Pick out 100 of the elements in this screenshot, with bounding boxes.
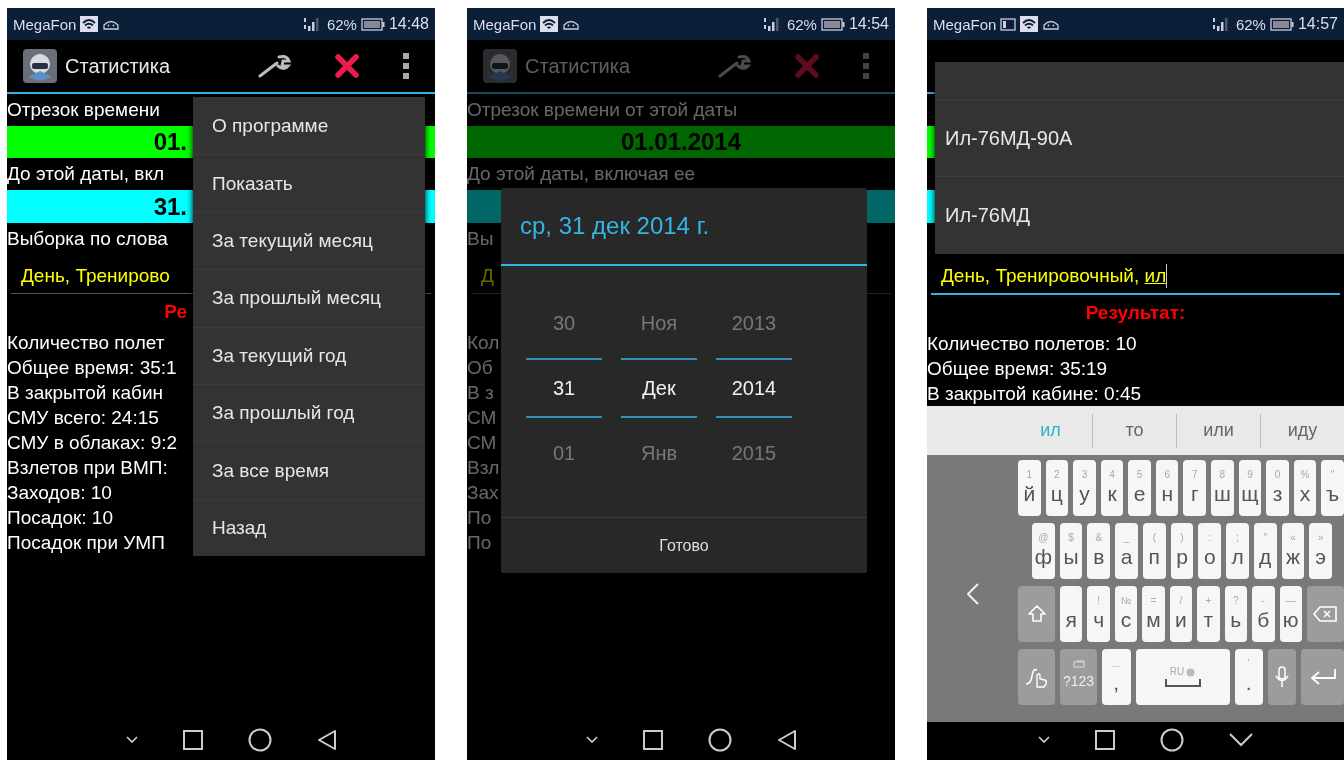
home-icon <box>247 728 272 752</box>
key[interactable]: — ю <box>1279 586 1302 642</box>
key[interactable]: + т <box>1197 586 1220 642</box>
stat-line: Взлетов при ВМП: <box>7 456 168 480</box>
suggestion[interactable]: или <box>1176 413 1260 448</box>
key[interactable]: ! ч <box>1087 586 1110 642</box>
overflow-menu-icon <box>863 53 869 79</box>
stat-line: Посадок: 10 <box>7 506 113 530</box>
menu-item[interactable]: За прошлый год <box>193 383 425 442</box>
key[interactable]: 5 е <box>1128 460 1151 516</box>
recents-icon <box>1095 730 1115 750</box>
stat-line: Кол <box>467 331 500 355</box>
home-button[interactable] <box>1160 728 1184 752</box>
key[interactable]: 3 у <box>1073 460 1096 516</box>
clipboard-icon <box>1072 660 1085 668</box>
back-button[interactable] <box>316 729 337 751</box>
key[interactable]: & в <box>1087 523 1111 579</box>
key[interactable]: = м <box>1142 586 1165 642</box>
key[interactable]: @ ф <box>1032 523 1055 579</box>
backspace-key[interactable] <box>1306 586 1344 642</box>
filter-label: Вы <box>467 227 494 251</box>
collapse-button[interactable] <box>585 736 598 744</box>
recents-button[interactable] <box>642 730 663 750</box>
from-date-label: Отрезок времени <box>7 98 160 122</box>
suggestion[interactable]: то <box>1092 413 1176 448</box>
carrier-name: MegaFon <box>13 15 77 33</box>
done-button[interactable]: Готово <box>501 517 867 573</box>
back-button[interactable] <box>776 729 797 751</box>
filter-field[interactable]: День, Тренировочный, ил <box>931 258 1340 295</box>
menu-item[interactable]: За текущий год <box>193 326 425 384</box>
home-button[interactable] <box>247 728 272 752</box>
dropdown-item[interactable]: Ил-76МД-90А <box>935 100 1344 177</box>
key[interactable]: 4 к <box>1100 460 1124 516</box>
dropdown-item[interactable]: Ил-76МД <box>935 177 1344 254</box>
key[interactable]: ... , <box>1102 649 1131 705</box>
key[interactable]: " ъ <box>1321 460 1344 516</box>
wifi-icon <box>540 16 559 32</box>
key[interactable]: % х <box>1293 460 1317 516</box>
home-button[interactable] <box>707 728 732 752</box>
close-button[interactable] <box>335 54 359 78</box>
key[interactable]: 0 з <box>1266 460 1289 516</box>
suggestion[interactable]: иду <box>1260 413 1344 448</box>
battery-percent: 62% <box>326 15 357 33</box>
chevron-left-icon <box>966 582 979 605</box>
key[interactable]: ; л <box>1226 523 1249 579</box>
key[interactable]: / и <box>1169 586 1193 642</box>
picker-value[interactable]: 2014 <box>716 358 792 418</box>
clock-time: 14:57 <box>1297 15 1338 33</box>
key[interactable]: я <box>1060 586 1083 642</box>
key[interactable]: « ж <box>1281 523 1305 579</box>
key[interactable]: ) р <box>1170 523 1194 579</box>
recents-button[interactable] <box>182 730 203 750</box>
one-hand-mode-button[interactable] <box>966 582 979 605</box>
key[interactable]: » э <box>1309 523 1333 579</box>
menu-item[interactable]: За все время <box>193 441 425 499</box>
overflow-menu-button[interactable] <box>403 53 409 79</box>
menu-item[interactable]: Назад <box>193 498 425 557</box>
hide-keyboard-button[interactable] <box>1229 733 1253 747</box>
key[interactable]: ' . <box>1234 649 1263 705</box>
key[interactable]: : о <box>1198 523 1222 579</box>
key[interactable]: " д <box>1253 523 1277 579</box>
key[interactable]: ( п <box>1142 523 1166 579</box>
collapse-button[interactable] <box>125 736 138 744</box>
key[interactable]: № с <box>1114 586 1138 642</box>
overflow-menu-icon <box>403 53 409 79</box>
enter-key[interactable] <box>1301 649 1344 705</box>
back-icon <box>776 729 797 751</box>
picker-value[interactable]: 31 <box>526 358 602 418</box>
key[interactable]: 8 ш <box>1211 460 1234 516</box>
collapse-button[interactable] <box>1038 736 1050 744</box>
key[interactable]: - б <box>1252 586 1275 642</box>
key[interactable]: 6 н <box>1155 460 1179 516</box>
menu-item[interactable]: О программе <box>193 97 425 155</box>
picker-value[interactable]: Дек <box>621 358 697 418</box>
key[interactable]: 9 щ <box>1238 460 1262 516</box>
battery-icon <box>1269 17 1294 31</box>
stat-line: В закрытой кабин <box>7 381 163 405</box>
key[interactable]: 7 г <box>1183 460 1207 516</box>
wifi-icon <box>80 16 99 32</box>
stat-line: Количество полет <box>7 331 165 355</box>
recents-button[interactable] <box>1095 730 1115 750</box>
key[interactable]: $ ы <box>1059 523 1083 579</box>
voice-input-key[interactable] <box>1268 649 1296 705</box>
menu-item[interactable]: За текущий месяц <box>193 211 425 270</box>
home-icon <box>1160 728 1184 752</box>
key[interactable]: ? ь <box>1224 586 1248 642</box>
gesture-icon <box>1024 666 1049 688</box>
menu-item[interactable]: Показать <box>193 154 425 212</box>
stat-line: Заходов: 10 <box>7 481 112 505</box>
key[interactable]: 2 ц <box>1045 460 1069 516</box>
key[interactable]: _ а <box>1115 523 1138 579</box>
stat-line: В з <box>467 381 494 405</box>
app-icon <box>23 49 57 83</box>
key[interactable]: 1 й <box>1018 460 1041 516</box>
wrench-button[interactable] <box>257 53 291 79</box>
close-icon <box>795 54 819 78</box>
battery-icon <box>820 17 845 31</box>
menu-item[interactable]: За прошлый месяц <box>193 269 425 327</box>
stat-line: Об <box>467 356 493 380</box>
mic-icon <box>1274 666 1290 688</box>
